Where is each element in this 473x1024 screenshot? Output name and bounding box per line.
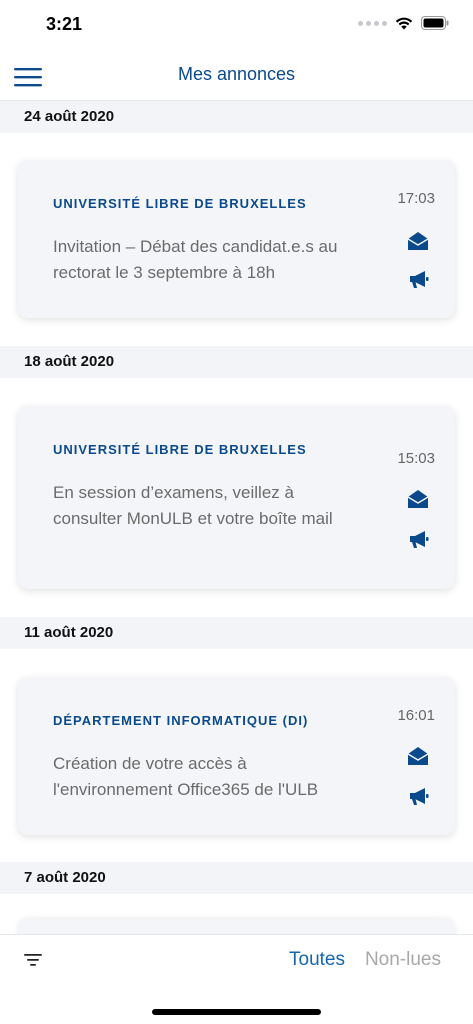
tab-all[interactable]: Toutes — [289, 949, 345, 971]
announcement-body: Invitation – Débat des candidat.e.s au r… — [53, 237, 338, 282]
status-icons — [358, 16, 449, 30]
envelope-open-icon — [407, 747, 429, 765]
wifi-icon — [395, 17, 413, 30]
announcement-sender: DÉPARTEMENT INFORMATIQUE (DI) — [53, 713, 309, 728]
filter-icon[interactable] — [24, 953, 42, 967]
announcement-card[interactable]: DÉPARTEMENT INFORMATIQUE (DI) 16:01 Créa… — [18, 677, 455, 835]
section-header-date: 18 août 2020 — [0, 346, 473, 378]
section-header-date: 24 août 2020 — [0, 101, 473, 133]
screen: 3:21 Mes annonces 24 août 2020 UNIVERSIT… — [0, 0, 473, 1024]
nav-bar: Mes annonces — [0, 52, 473, 101]
home-indicator[interactable] — [152, 1009, 321, 1015]
tab-unread[interactable]: Non-lues — [365, 949, 441, 971]
announcement-body: En session d’examens, veillez à consulte… — [53, 483, 333, 528]
hamburger-menu-icon[interactable] — [14, 67, 42, 87]
page-title: Mes annonces — [177, 64, 296, 84]
announcement-time: 15:03 — [397, 450, 435, 467]
cellular-signal-icon — [358, 20, 387, 26]
envelope-open-icon — [407, 232, 429, 250]
announcement-body: Création de votre accès à l'environnemen… — [53, 754, 319, 799]
status-time: 3:21 — [46, 14, 83, 34]
megaphone-icon — [410, 788, 429, 805]
megaphone-icon — [410, 271, 429, 288]
announcement-sender: UNIVERSITÉ LIBRE DE BRUXELLES — [53, 442, 307, 457]
announcement-time: 16:01 — [397, 707, 435, 724]
section-header-date: 11 août 2020 — [0, 617, 473, 649]
announcement-sender: UNIVERSITÉ LIBRE DE BRUXELLES — [53, 196, 307, 211]
status-bar: 3:21 — [0, 0, 473, 52]
announcement-time: 17:03 — [397, 190, 435, 207]
announcement-card[interactable]: UNIVERSITÉ LIBRE DE BRUXELLES 15:03 En s… — [18, 406, 455, 589]
bottom-toolbar: Toutes Non-lues — [0, 934, 473, 1024]
battery-icon — [421, 16, 449, 30]
announcement-list[interactable]: 24 août 2020 UNIVERSITÉ LIBRE DE BRUXELL… — [0, 101, 473, 934]
announcement-card[interactable]: UNIVERSITÉ LIBRE DE BRUXELLES 17:03 Invi… — [18, 160, 455, 318]
announcement-card-partial[interactable] — [18, 919, 455, 934]
megaphone-icon — [410, 531, 429, 548]
envelope-open-icon — [407, 490, 429, 508]
section-header-date: 7 août 2020 — [0, 862, 473, 894]
